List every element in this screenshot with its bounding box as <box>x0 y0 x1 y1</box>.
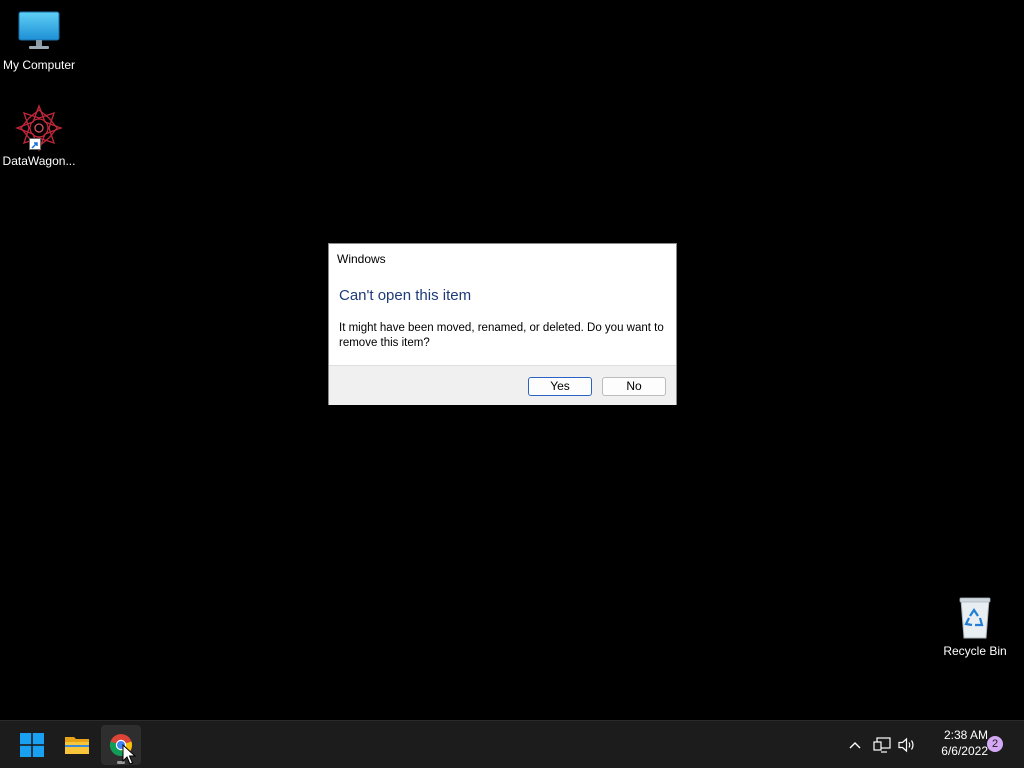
network-button[interactable] <box>872 735 892 755</box>
desktop-icon-label: Recycle Bin <box>943 644 1007 658</box>
desktop-icon-my-computer[interactable]: My Computer <box>0 8 78 73</box>
clock[interactable]: 2:38 AM 6/6/2022 <box>924 727 988 759</box>
shortcut-arrow-icon <box>29 138 41 150</box>
error-dialog: Windows Can't open this item It might ha… <box>328 243 677 405</box>
network-icon <box>873 737 891 753</box>
desktop-icon-recycle-bin[interactable]: Recycle Bin <box>936 594 1014 659</box>
desktop[interactable]: My Computer DataWagon... Recycle Bin Win… <box>0 0 1024 720</box>
dialog-button-bar: Yes No <box>329 365 676 405</box>
folder-icon <box>65 737 89 754</box>
file-explorer-button[interactable] <box>57 725 97 765</box>
volume-icon <box>898 737 914 753</box>
clock-time: 2:38 AM <box>943 728 988 742</box>
yes-button[interactable]: Yes <box>528 377 592 396</box>
chevron-up-icon <box>849 742 861 749</box>
dialog-message: It might have been moved, renamed, or de… <box>339 322 664 349</box>
clock-date: 6/6/2022 <box>941 744 988 758</box>
windows-logo-icon <box>20 733 44 757</box>
volume-button[interactable] <box>897 735 917 755</box>
taskbar: 2:38 AM 6/6/2022 <box>0 720 1024 768</box>
desktop-icon-datawagon[interactable]: DataWagon... <box>0 104 78 169</box>
show-hidden-icons-button[interactable] <box>845 735 865 755</box>
desktop-icon-label: My Computer <box>2 58 76 72</box>
mouse-cursor-icon <box>122 744 136 765</box>
dialog-heading: Can't open this item <box>339 287 472 304</box>
desktop-icon-label: DataWagon... <box>2 154 76 168</box>
dialog-title: Windows <box>337 252 386 266</box>
recycle-bin-icon <box>951 594 999 642</box>
monitor-icon <box>15 8 63 56</box>
no-button[interactable]: No <box>602 377 666 396</box>
notification-badge[interactable]: 2 <box>987 736 1003 752</box>
datawagon-app-icon <box>15 104 63 152</box>
start-button[interactable] <box>12 725 52 765</box>
